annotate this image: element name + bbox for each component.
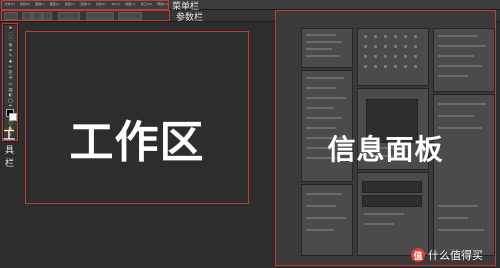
options-bar-highlight (1, 10, 170, 21)
toolbox-highlight (2, 23, 18, 141)
toolbox-label-2: 具 (5, 146, 15, 156)
toolbox-label-3: 栏 (5, 159, 15, 169)
menu-bar-highlight (1, 0, 169, 10)
watermark-logo-icon: 值 (411, 248, 425, 262)
options-bar-label: 参数栏 (176, 13, 204, 23)
watermark-text: 什么值得买 (428, 249, 483, 262)
watermark: 值 什么值得买 (411, 246, 483, 264)
workspace-label: 工作区 (69, 117, 205, 168)
panels-label: 信息面板 (327, 133, 444, 166)
toolbox-label-1: 工 (3, 128, 16, 142)
